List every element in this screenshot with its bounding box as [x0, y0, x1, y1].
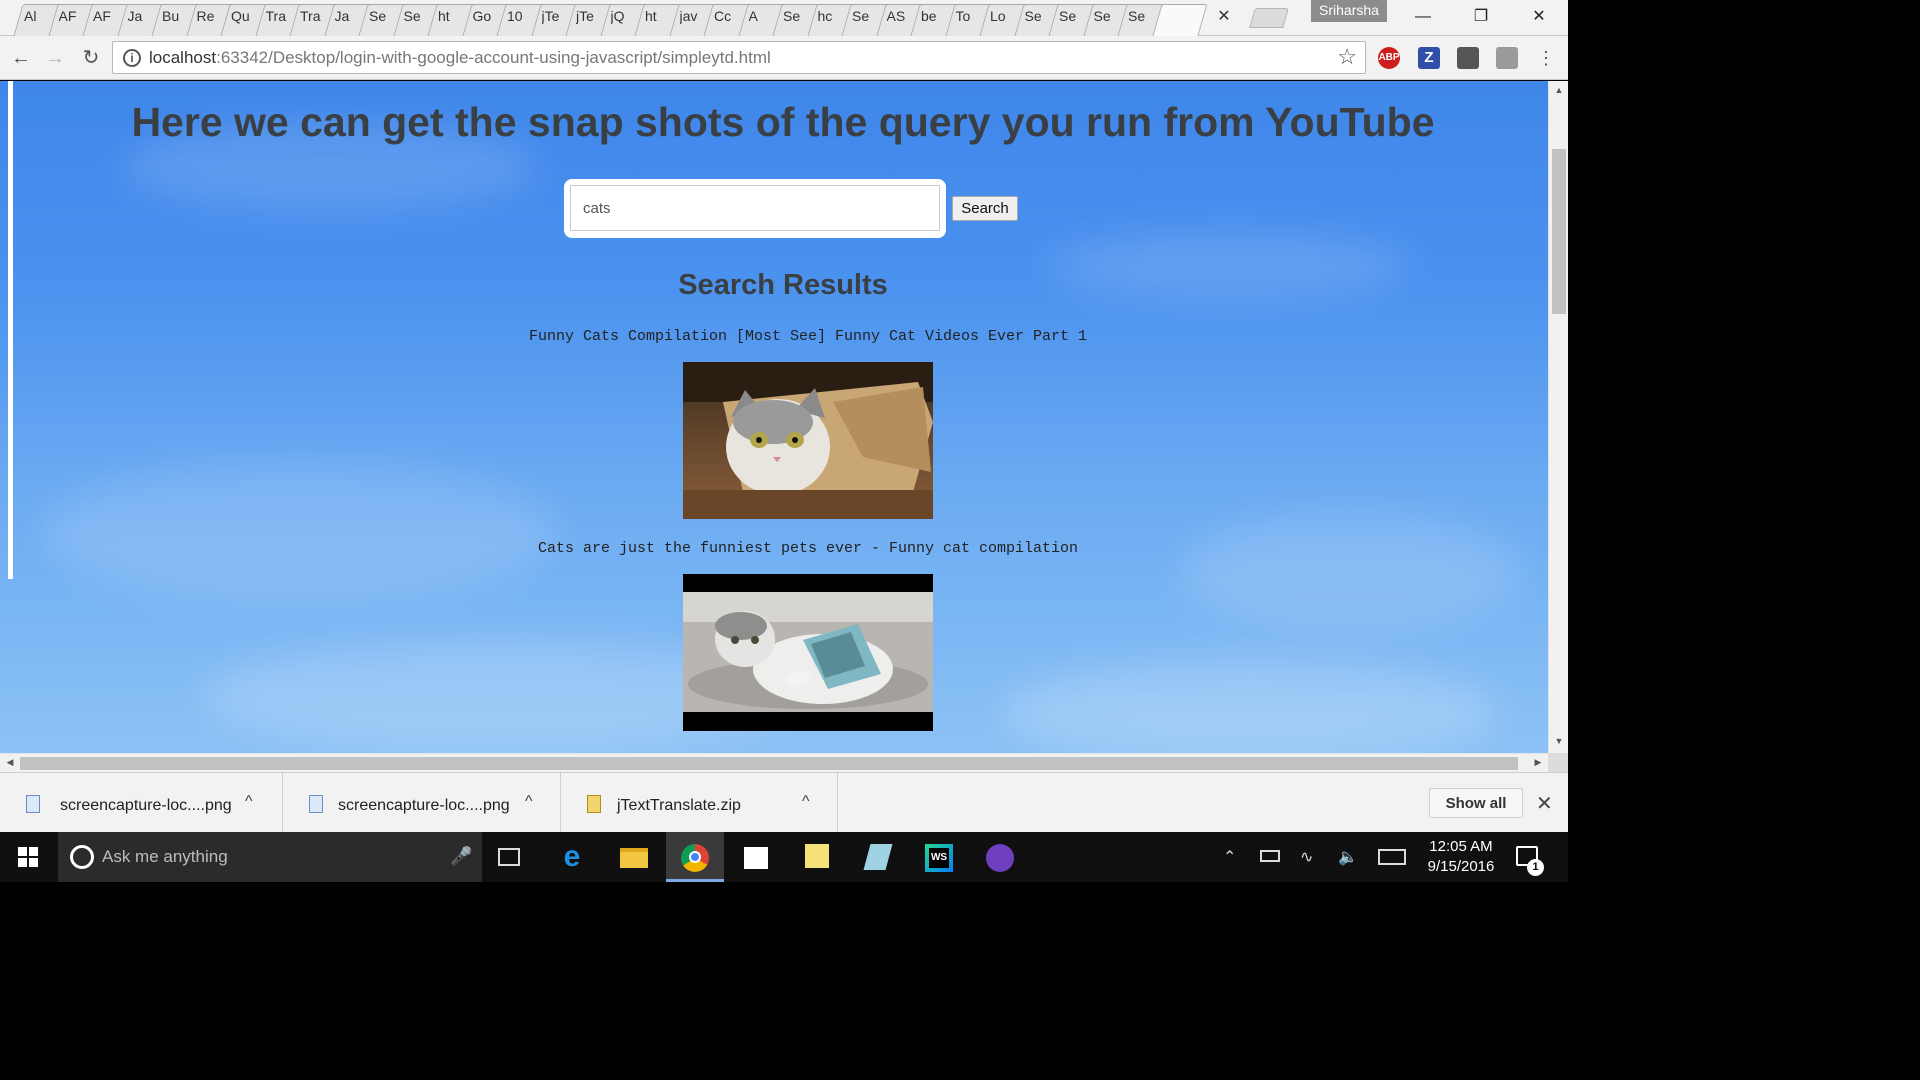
download-item[interactable]: screencapture-loc....png ^	[0, 773, 283, 833]
image-file-icon	[26, 795, 40, 813]
volume-icon[interactable]: 🔈	[1338, 847, 1358, 867]
page-title: Here we can get the snap shots of the qu…	[131, 99, 1435, 145]
image-file-icon	[309, 795, 323, 813]
browser-toolbar: ← → ↻ i localhost:63342/Desktop/login-wi…	[0, 36, 1568, 80]
restore-icon[interactable]: ❐	[1452, 0, 1510, 34]
new-tab-button[interactable]	[1249, 8, 1289, 28]
sticky-notes-icon[interactable]	[788, 832, 846, 882]
video-thumbnail[interactable]	[683, 362, 933, 519]
result-title[interactable]: Cats are just the funniest pets ever - F…	[0, 540, 1548, 557]
zotero-icon[interactable]: Z	[1418, 47, 1440, 69]
camera-extension-icon[interactable]	[1496, 47, 1518, 69]
search-input[interactable]	[570, 185, 940, 231]
edge-browser-icon[interactable]: e	[543, 832, 601, 882]
adblock-plus-icon[interactable]: ABP	[1378, 47, 1400, 69]
cat-with-game-console-image	[683, 574, 933, 731]
video-thumbnail[interactable]	[683, 574, 933, 731]
cortana-search-box[interactable]: Ask me anything 🎤	[58, 832, 482, 882]
clock-time: 12:05 AM	[1429, 838, 1493, 855]
chevron-up-icon[interactable]: ⌃	[1223, 847, 1236, 867]
cortana-icon	[70, 845, 94, 869]
scroll-corner	[1548, 753, 1568, 772]
microphone-icon[interactable]: 🎤	[450, 846, 472, 867]
download-item[interactable]: jTextTranslate.zip ^	[561, 773, 838, 833]
webstorm-icon[interactable]: WS	[910, 832, 968, 882]
download-filename: screencapture-loc....png	[60, 797, 232, 814]
page-viewport: Here we can get the snap shots of the qu…	[0, 81, 1548, 753]
bookmark-star-icon[interactable]: ☆	[1337, 44, 1357, 70]
cloud-decoration	[40, 461, 560, 601]
show-all-button[interactable]: Show all	[1429, 788, 1523, 818]
horizontal-scrollbar[interactable]: ◀ ▶	[0, 753, 1548, 772]
chevron-up-icon[interactable]: ^	[525, 793, 533, 811]
close-window-icon[interactable]: ✕	[1510, 0, 1568, 34]
search-button[interactable]: Search	[952, 196, 1018, 221]
cloud-decoration	[1180, 511, 1520, 631]
task-view-icon[interactable]	[480, 832, 538, 882]
vertical-scrollbar[interactable]: ▲ ▼	[1548, 81, 1568, 753]
store-icon[interactable]	[727, 832, 785, 882]
taskbar: Ask me anything 🎤 e WS ⌃ ∿ 🔈 12:05 AM 9/…	[0, 832, 1568, 882]
scroll-up-icon[interactable]: ▲	[1549, 85, 1569, 95]
vertical-scroll-thumb[interactable]	[1552, 149, 1566, 314]
download-bar: screencapture-loc....png ^ screencapture…	[0, 772, 1568, 833]
close-tab-icon[interactable]: ✕	[1214, 7, 1234, 27]
minimize-icon[interactable]: —	[1394, 0, 1452, 34]
info-icon[interactable]: i	[123, 49, 141, 67]
search-box	[564, 179, 946, 238]
scroll-down-icon[interactable]: ▼	[1549, 736, 1569, 746]
battery-icon[interactable]	[1260, 850, 1280, 862]
tab-strip: Al AF AF Ja Bu Re Qu Tra Tra Ja Se Se ht Go 10 jTe jTe jQ…	[0, 0, 1568, 36]
chevron-up-icon[interactable]: ^	[802, 793, 810, 811]
cortana-placeholder: Ask me anything	[102, 847, 228, 866]
file-explorer-icon[interactable]	[605, 832, 663, 882]
url-text: localhost:63342/Desktop/login-with-googl…	[149, 48, 771, 67]
chrome-icon[interactable]	[666, 832, 724, 882]
download-filename: jTextTranslate.zip	[617, 797, 741, 814]
download-filename: screencapture-loc....png	[338, 797, 510, 814]
system-clock[interactable]: 12:05 AM 9/15/2016	[1414, 837, 1508, 877]
download-item[interactable]: screencapture-loc....png ^	[283, 773, 561, 833]
reload-icon[interactable]: ↻	[78, 45, 104, 71]
browser-tab[interactable]	[1151, 4, 1208, 36]
cloud-decoration	[1000, 661, 1500, 753]
wifi-icon[interactable]: ∿	[1300, 847, 1313, 867]
result-title[interactable]: Funny Cats Compilation [Most See] Funny …	[0, 328, 1548, 345]
results-heading: Search Results	[678, 269, 888, 301]
forward-arrow-icon[interactable]: →	[42, 45, 68, 71]
notification-badge: 1	[1527, 859, 1544, 876]
menu-dots-icon[interactable]: ⋮	[1533, 45, 1559, 71]
chevron-up-icon[interactable]: ^	[245, 793, 253, 811]
zip-file-icon	[587, 795, 601, 813]
back-arrow-icon[interactable]: ←	[8, 45, 34, 71]
profile-button[interactable]: Sriharsha	[1311, 0, 1387, 22]
horizontal-scroll-thumb[interactable]	[20, 757, 1518, 770]
scroll-left-icon[interactable]: ◀	[0, 757, 20, 768]
windows-start-icon[interactable]	[18, 847, 38, 867]
keyboard-icon[interactable]	[1378, 849, 1406, 865]
scroll-right-icon[interactable]: ▶	[1528, 757, 1548, 768]
clock-date: 9/15/2016	[1427, 858, 1495, 875]
address-bar[interactable]: i localhost:63342/Desktop/login-with-goo…	[112, 41, 1366, 74]
notepad-app-icon[interactable]	[849, 832, 907, 882]
cat-in-paper-roll-image	[683, 362, 933, 519]
close-download-bar-icon[interactable]: ✕	[1536, 791, 1553, 816]
github-desktop-icon[interactable]	[971, 832, 1029, 882]
lightbulb-extension-icon[interactable]	[1457, 47, 1479, 69]
